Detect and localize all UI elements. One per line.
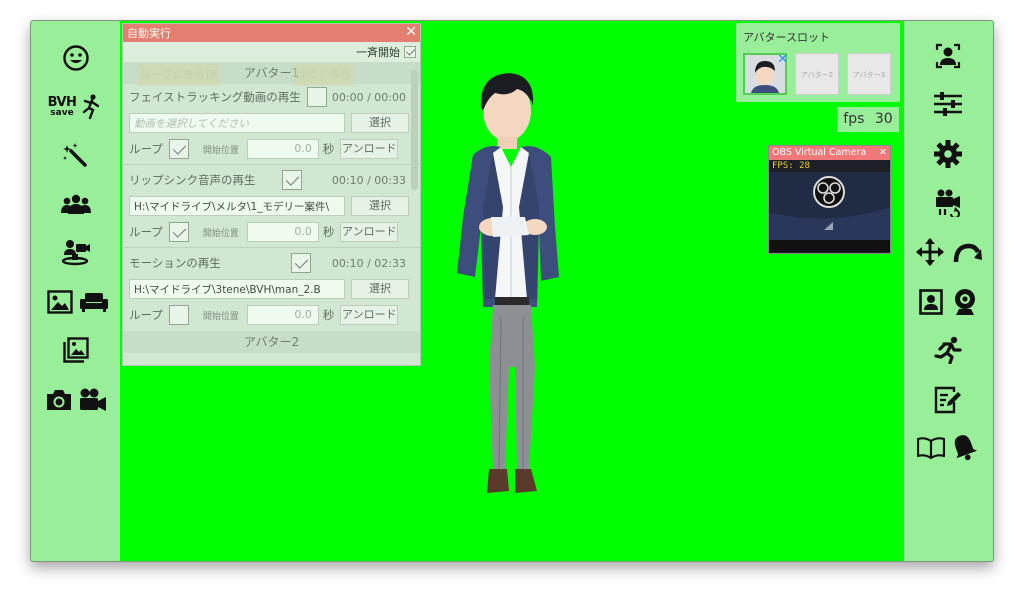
motion-loop-checkbox[interactable] [168,305,189,325]
motion-loop-row: ループ 開始位置 0.0 秒 アンロード [123,302,420,328]
seconds-unit: 秒 [322,142,335,156]
avatar1-section-header[interactable]: ループにちらほ アバター1 ほにこちら [123,62,420,86]
face-tracking-loop-row: ループ 開始位置 0.0 秒 アンロード [123,136,420,162]
motion-label: モーションの再生 [129,256,221,270]
save-label: save [50,108,74,118]
lipsync-file-input[interactable]: H:\マイドライブ\メルタ\1_モデリー案件\ [129,196,345,216]
avatar1-label: アバター1 [243,66,300,80]
webcam-icon[interactable] [950,287,980,317]
image-icon[interactable] [45,287,75,317]
face-tracking-file-row: 動画を選択してください 選択 [123,110,420,136]
move-icon[interactable] [915,237,945,267]
motion-checkbox[interactable] [290,253,311,273]
lipsync-loop-row: ループ 開始位置 0.0 秒 アンロード [123,219,420,245]
avatar-slot-1[interactable]: ✕ [743,52,788,95]
obs-title: OBS Virtual Camera [772,147,867,158]
lipsync-time: 00:10 / 00:33 [331,173,406,187]
face-tracking-unload-button[interactable]: アンロード [340,139,399,159]
lipsync-select-button[interactable]: 選択 [351,196,409,216]
gear-icon[interactable] [933,139,963,169]
lipsync-start-input[interactable]: 0.0 [246,222,319,242]
sofa-icon[interactable] [79,287,109,317]
obs-virtual-camera-window: OBS Virtual Camera ✕ FPS: 28 [768,145,891,254]
running-icon[interactable] [933,335,963,365]
face-tracking-select-button[interactable]: 選択 [351,113,409,133]
bell-icon[interactable] [948,431,980,463]
obs-preview [769,172,890,252]
avatar2-label: アバター2 [243,335,300,349]
video-camera-icon[interactable] [77,385,109,415]
ghost-text-left: ループにちらほ [137,64,220,86]
people-icon[interactable] [59,189,93,219]
avatar-character [431,67,591,531]
seconds-unit: 秒 [322,225,335,239]
face-tracking-icon[interactable] [933,41,963,71]
book-icon[interactable] [916,433,946,463]
app-window: BVH save 自動実行 ✕ 一斉開始 ループにちらほ アバター1 ほにこちら… [30,20,994,562]
ghost-text-right: ほにこちら [293,64,354,86]
magic-wand-icon[interactable] [61,139,91,169]
panel-scrollbar[interactable] [411,70,418,190]
avatar-slot-panel: アバタースロット ✕ アバター2 アバター3 [736,23,900,102]
camera-icon[interactable] [44,385,74,415]
start-all-label: 一斉開始 [356,46,400,59]
lipsync-loop-checkbox[interactable] [168,222,189,242]
obs-close-icon[interactable]: ✕ [879,146,887,160]
obs-titlebar: OBS Virtual Camera ✕ [769,146,890,160]
start-all-checkbox[interactable] [404,46,416,58]
portrait-icon[interactable] [916,287,946,317]
face-tracking-file-input[interactable]: 動画を選択してください [129,113,345,133]
redo-icon[interactable] [951,237,983,267]
avatar-slot-2[interactable]: アバター2 [795,53,839,95]
auto-exec-titlebar: 自動実行 ✕ [123,24,420,42]
sliders-icon[interactable] [933,89,963,119]
fps-value: 30 [874,111,893,127]
lipsync-row: リップシンク音声の再生 00:10 / 00:33 [123,167,420,193]
fps-display: fps 30 [837,107,899,132]
motion-file-input[interactable]: H:\マイドライブ\3tene\BVH\man_2.B [129,279,345,299]
seconds-unit: 秒 [322,308,335,322]
bvh-save-icon[interactable]: BVH save [45,91,105,123]
lipsync-file-row: H:\マイドライブ\メルタ\1_モデリー案件\ 選択 [123,193,420,219]
close-icon[interactable]: ✕ [405,24,417,41]
start-pos-label: 開始位置 [202,311,239,322]
motion-select-button[interactable]: 選択 [351,279,409,299]
loop-label: ループ [129,225,163,239]
auto-exec-panel: 自動実行 ✕ 一斉開始 ループにちらほ アバター1 ほにこちら フェイストラッキ… [122,23,421,366]
remove-avatar-icon[interactable]: ✕ [777,39,788,81]
auto-exec-title: 自動実行 [127,27,171,40]
lipsync-unload-button[interactable]: アンロード [340,222,399,242]
face-icon[interactable] [61,43,91,73]
face-tracking-label: フェイストラッキング動画の再生 [129,90,301,104]
motion-unload-button[interactable]: アンロード [340,305,399,325]
face-tracking-row: フェイストラッキング動画の再生 00:00 / 00:00 [123,84,420,110]
face-tracking-loop-checkbox[interactable] [168,139,189,159]
start-all-row: 一斉開始 [123,42,420,62]
lipsync-label: リップシンク音声の再生 [129,173,256,187]
motion-row: モーションの再生 00:10 / 02:33 [123,250,420,276]
camera-rotate-icon[interactable] [933,187,965,219]
fps-label: fps [843,111,865,127]
motion-start-input[interactable]: 0.0 [246,305,319,325]
loop-label: ループ [129,142,163,156]
left-sidebar: BVH save [31,21,120,561]
background-image-icon[interactable] [61,335,91,365]
start-pos-label: 開始位置 [202,145,239,156]
obs-fps: FPS: 28 [772,161,810,171]
avatar-camera-icon[interactable] [59,235,93,269]
avatar-slot-title: アバタースロット [743,31,831,44]
motion-file-row: H:\マイドライブ\3tene\BVH\man_2.B 選択 [123,276,420,302]
motion-time: 00:10 / 02:33 [331,256,406,270]
start-pos-label: 開始位置 [202,228,239,239]
face-tracking-time: 00:00 / 00:00 [331,90,406,104]
face-tracking-start-input[interactable]: 0.0 [246,139,319,159]
avatar2-section-header[interactable]: アバター2 [123,331,420,353]
face-tracking-checkbox[interactable] [306,87,327,107]
edit-note-icon[interactable] [933,385,963,415]
lipsync-checkbox[interactable] [281,170,302,190]
loop-label: ループ [129,308,163,322]
avatar-slot-3[interactable]: アバター3 [847,53,891,95]
right-sidebar [904,21,993,561]
